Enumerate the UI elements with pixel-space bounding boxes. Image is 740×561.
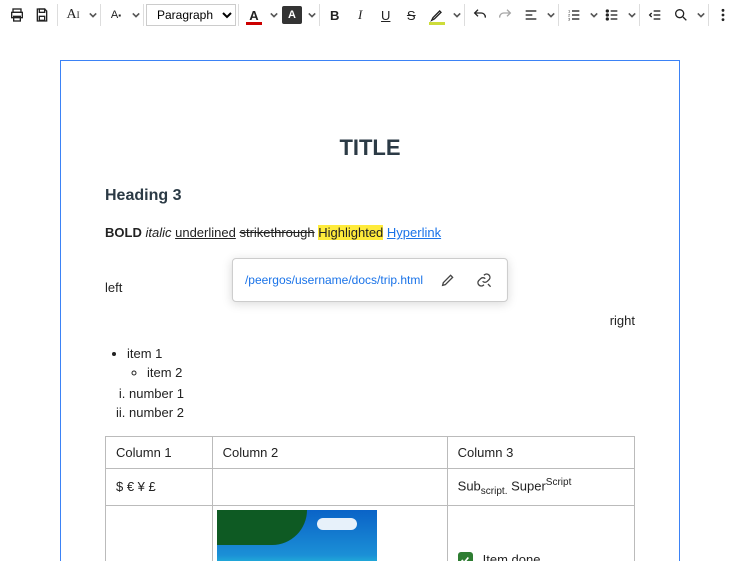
redo-button[interactable] (493, 2, 519, 28)
table-row: Item done (106, 505, 635, 561)
toolbar: AI A▪ Paragraph A A B I U S 123 (0, 0, 740, 31)
document-viewport[interactable]: TITLE Heading 3 BOLD italic underlined s… (0, 30, 740, 561)
chevron-down-icon[interactable] (452, 2, 462, 28)
table-row: Column 1 Column 2 Column 3 (106, 437, 635, 469)
highlight-swatch (429, 22, 445, 25)
chevron-down-icon[interactable] (546, 2, 556, 28)
page-title[interactable]: TITLE (105, 135, 635, 161)
separator (100, 4, 101, 26)
strike-text: strikethrough (239, 225, 314, 240)
print-button[interactable] (4, 2, 30, 28)
link-url[interactable]: /peergos/username/docs/trip.html (245, 273, 423, 287)
separator (238, 4, 239, 26)
numbered-list-button[interactable]: 123 (561, 2, 587, 28)
table-row: $ € ¥ £ Subscript. SuperScript (106, 469, 635, 506)
heading-3[interactable]: Heading 3 (105, 187, 635, 205)
list-item: item 2 (147, 365, 635, 380)
separator (319, 4, 320, 26)
save-button[interactable] (30, 2, 56, 28)
separator (639, 4, 640, 26)
font-size-button[interactable]: A▪ (103, 2, 129, 28)
chevron-down-icon[interactable] (627, 2, 637, 28)
paragraph-style-select[interactable]: Paragraph (146, 4, 236, 26)
formatting-demo-line[interactable]: BOLD italic underlined strikethrough Hig… (105, 225, 635, 240)
find-button[interactable] (668, 2, 694, 28)
font-color-button[interactable]: A (241, 2, 267, 28)
chevron-down-icon[interactable] (589, 2, 599, 28)
chevron-down-icon[interactable] (269, 2, 279, 28)
bullet-list[interactable]: item 1 item 2 (127, 346, 635, 380)
table[interactable]: Column 1 Column 2 Column 3 $ € ¥ £ Subsc… (105, 436, 635, 561)
font-color-swatch (246, 22, 262, 25)
table-cell[interactable]: Item done (447, 505, 634, 561)
outdent-button[interactable] (642, 2, 668, 28)
document-page[interactable]: TITLE Heading 3 BOLD italic underlined s… (60, 60, 680, 561)
table-header[interactable]: Column 2 (212, 437, 447, 469)
separator (464, 4, 465, 26)
separator (143, 4, 144, 26)
bg-color-letter: A (288, 9, 296, 21)
strike-button[interactable]: S (399, 2, 425, 28)
table-cell[interactable]: Subscript. SuperScript (447, 469, 634, 506)
svg-text:3: 3 (568, 16, 571, 21)
align-button[interactable] (518, 2, 544, 28)
list-item: item 1 item 2 (127, 346, 635, 380)
font-color-letter: A (249, 8, 258, 23)
separator (558, 4, 559, 26)
chevron-down-icon[interactable] (88, 2, 98, 28)
table-header[interactable]: Column 3 (447, 437, 634, 469)
font-family-button[interactable]: AI (60, 2, 86, 28)
unlink-button[interactable] (473, 269, 495, 291)
edit-link-button[interactable] (437, 269, 459, 291)
bullet-list-button[interactable] (599, 2, 625, 28)
highlighted-text: Highlighted (318, 225, 383, 240)
chevron-down-icon[interactable] (307, 2, 317, 28)
underlined-text: underlined (175, 225, 236, 240)
more-button[interactable] (711, 2, 737, 28)
bold-button[interactable]: B (322, 2, 348, 28)
numbered-list[interactable]: number 1 number 2 (129, 386, 635, 420)
link-popover: /peergos/username/docs/trip.html (232, 258, 508, 302)
table-cell[interactable] (106, 505, 213, 561)
italic-button[interactable]: I (347, 2, 373, 28)
italic-text: italic (145, 225, 171, 240)
separator (57, 4, 58, 26)
undo-button[interactable] (467, 2, 493, 28)
table-cell[interactable] (212, 505, 447, 561)
chevron-down-icon[interactable] (131, 2, 141, 28)
bg-color-button[interactable]: A (279, 2, 305, 28)
highlight-button[interactable] (424, 2, 450, 28)
table-cell[interactable] (212, 469, 447, 506)
checklist-label: Item done (483, 552, 541, 561)
chevron-down-icon[interactable] (696, 2, 706, 28)
bold-text: BOLD (105, 225, 142, 240)
table-cell[interactable]: $ € ¥ £ (106, 469, 213, 506)
image-placeholder (217, 510, 377, 561)
separator (708, 4, 709, 26)
list-item: number 1 (129, 386, 635, 401)
right-aligned-text[interactable]: right (105, 313, 635, 328)
underline-button[interactable]: U (373, 2, 399, 28)
hyperlink[interactable]: Hyperlink (387, 225, 441, 240)
checkbox-checked[interactable] (458, 552, 473, 561)
table-header[interactable]: Column 1 (106, 437, 213, 469)
list-item: number 2 (129, 405, 635, 420)
